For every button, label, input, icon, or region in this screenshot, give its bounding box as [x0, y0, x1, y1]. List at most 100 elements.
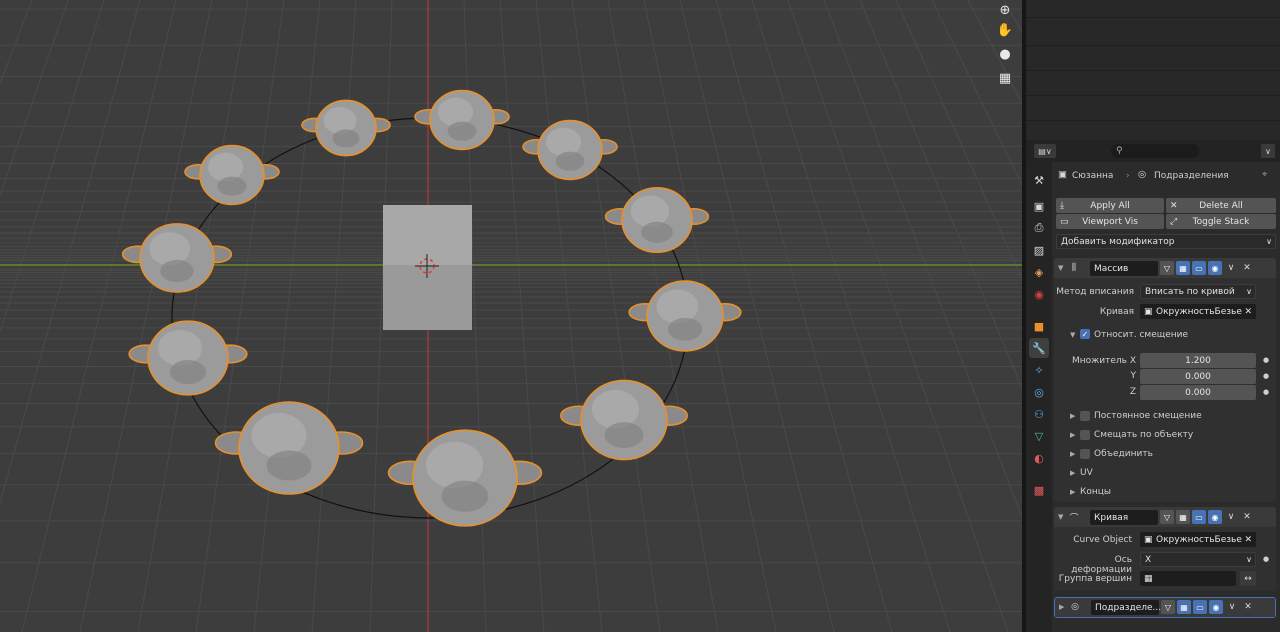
clear-field-close-icon[interactable]: ✕ [1244, 307, 1252, 317]
relative-offset-z-field[interactable]: 0.000 [1140, 385, 1256, 400]
suzanne-monkey-mesh[interactable] [387, 429, 543, 527]
suzanne-monkey-mesh[interactable] [214, 401, 364, 495]
camera-icon[interactable]: ● [993, 44, 1017, 64]
relative-offset-expand-icon[interactable]: ▼ [1070, 331, 1075, 339]
caps-expand-icon[interactable]: ▶ [1070, 488, 1075, 496]
pan-hand-icon[interactable]: ✋ [993, 20, 1017, 40]
edit-mode-icon[interactable]: ▦ [1176, 261, 1190, 275]
options-dropdown-icon[interactable]: ∨ [1261, 144, 1275, 158]
edit-mode-icon[interactable]: ▦ [1176, 510, 1190, 524]
edit-cage-icon[interactable]: ▽ [1160, 510, 1174, 524]
curve-modifier-header: ▼ ⌒ Кривая ▽ ▦ ▭ ◉ ∨ ✕ [1054, 507, 1276, 527]
object-tab-icon[interactable]: ■ [1029, 316, 1049, 336]
texture-tab-icon[interactable]: ▩ [1029, 480, 1049, 500]
properties-search-input[interactable]: ⚲ [1111, 144, 1199, 158]
scene-tab-icon[interactable]: ◈ [1029, 262, 1049, 282]
grid-line [967, 0, 1022, 105]
render-camera-icon[interactable]: ◉ [1208, 261, 1222, 275]
editor-type-dropdown[interactable]: ▤∨ [1034, 144, 1056, 158]
suzanne-monkey-mesh[interactable] [414, 89, 510, 151]
clear-field-close-icon[interactable]: ✕ [1244, 535, 1252, 545]
view-layer-tab-icon[interactable]: ▨ [1029, 240, 1049, 260]
suzanne-monkey-mesh[interactable] [184, 144, 280, 206]
delete-all-button[interactable]: ✕ Delete All [1166, 198, 1276, 213]
grid-icon[interactable]: ▦ [993, 68, 1017, 88]
object-data-tab-icon[interactable]: ▽ [1029, 426, 1049, 446]
vertex-group-field[interactable]: ▦ [1140, 571, 1236, 586]
modifier-menu-chevron-icon[interactable]: ∨ [1225, 511, 1237, 523]
caps-section-label[interactable]: Концы [1080, 487, 1111, 497]
object-offset-expand-icon[interactable]: ▶ [1070, 431, 1075, 439]
remove-modifier-close-icon[interactable]: ✕ [1241, 262, 1253, 274]
keyframe-dot-icon[interactable]: ● [1263, 356, 1269, 364]
collapse-arrow-icon[interactable]: ▼ [1058, 513, 1063, 521]
fit-method-dropdown[interactable]: Вписать по кривой ∨ [1140, 284, 1256, 299]
uv-expand-icon[interactable]: ▶ [1070, 469, 1075, 477]
curve-modifier-name-field[interactable]: Кривая [1090, 510, 1158, 525]
expand-arrow-icon[interactable]: ▶ [1059, 603, 1064, 611]
suzanne-monkey-mesh[interactable] [559, 379, 689, 461]
particles-tab-icon[interactable]: ✧ [1029, 360, 1049, 380]
search-icon: ⚲ [1116, 146, 1123, 156]
grid-line [859, 0, 1022, 390]
viewport-display-icon[interactable]: ▭ [1192, 261, 1206, 275]
curve-object-label: Curve Object [1073, 535, 1132, 545]
merge-label: Объединить [1094, 449, 1153, 459]
remove-modifier-close-icon[interactable]: ✕ [1242, 601, 1254, 613]
outliner-area[interactable] [1026, 0, 1280, 140]
viewport-vis-button[interactable]: ▭ Viewport Vis [1056, 214, 1164, 229]
tool-tab-icon[interactable]: ⚒ [1029, 170, 1049, 190]
grid-line [0, 0, 141, 505]
world-tab-icon[interactable]: ◉ [1029, 284, 1049, 304]
suzanne-monkey-mesh[interactable] [301, 99, 391, 157]
invert-arrows-icon[interactable]: ↔ [1240, 571, 1256, 586]
grid-line [195, 0, 285, 632]
viewport-display-icon[interactable]: ▭ [1192, 510, 1206, 524]
remove-modifier-close-icon[interactable]: ✕ [1241, 511, 1253, 523]
relative-offset-y-field[interactable]: 0.000 [1140, 369, 1256, 384]
edit-cage-icon[interactable]: ▽ [1161, 600, 1175, 614]
curve-object-field[interactable]: ▣ ОкружностьБезье ✕ [1140, 532, 1256, 547]
modifier-menu-chevron-icon[interactable]: ∨ [1226, 601, 1238, 613]
toggle-stack-button[interactable]: ⤢ Toggle Stack [1166, 214, 1276, 229]
constant-offset-checkbox[interactable] [1080, 411, 1090, 421]
edit-cage-icon[interactable]: ▽ [1160, 261, 1174, 275]
deform-axis-dropdown[interactable]: X ∨ [1140, 552, 1256, 567]
modifier-tab-icon[interactable]: 🔧 [1029, 338, 1049, 358]
output-tab-icon[interactable]: ⎙ [1029, 218, 1049, 238]
pin-icon[interactable]: ⌖ [1262, 169, 1267, 180]
viewport-scene[interactable] [0, 0, 1022, 632]
constant-offset-label: Постоянное смещение [1094, 411, 1202, 421]
curve-object-field[interactable]: ▣ ОкружностьБезье ✕ [1140, 304, 1256, 319]
suzanne-monkey-mesh[interactable] [522, 119, 618, 181]
material-tab-icon[interactable]: ◐ [1029, 448, 1049, 468]
merge-expand-icon[interactable]: ▶ [1070, 450, 1075, 458]
modifier-properties-content: ▣ Сюзанна › ◎ Подразделения ⌖ ⤓ Apply Al… [1052, 162, 1280, 632]
3d-viewport[interactable]: ⊕ ✋ ● ▦ [0, 0, 1022, 632]
subdivision-modifier-icon: ◎ [1071, 602, 1079, 612]
apply-all-button[interactable]: ⤓ Apply All [1056, 198, 1164, 213]
render-tab-icon[interactable]: ▣ [1029, 196, 1049, 216]
relative-offset-checkbox[interactable]: ✓ [1080, 329, 1090, 339]
keyframe-dot-icon[interactable]: ● [1263, 555, 1269, 563]
render-camera-icon[interactable]: ◉ [1209, 600, 1223, 614]
viewport-display-icon[interactable]: ▭ [1193, 600, 1207, 614]
collapse-arrow-icon[interactable]: ▼ [1058, 264, 1063, 272]
subdivision-modifier-name-field[interactable]: Подразделе... [1091, 600, 1161, 615]
object-offset-checkbox[interactable] [1080, 430, 1090, 440]
edit-mode-icon[interactable]: ▦ [1177, 600, 1191, 614]
relative-offset-x-field[interactable]: 1.200 [1140, 353, 1256, 368]
uv-section-label[interactable]: UV [1080, 468, 1093, 478]
suzanne-monkey-mesh[interactable] [121, 223, 233, 293]
modifier-menu-chevron-icon[interactable]: ∨ [1225, 262, 1237, 274]
keyframe-dot-icon[interactable]: ● [1263, 372, 1269, 380]
keyframe-dot-icon[interactable]: ● [1263, 388, 1269, 396]
render-camera-icon[interactable]: ◉ [1208, 510, 1222, 524]
merge-checkbox[interactable] [1080, 449, 1090, 459]
constraints-tab-icon[interactable]: ⚇ [1029, 404, 1049, 424]
array-modifier-name-field[interactable]: Массив [1090, 261, 1158, 276]
physics-tab-icon[interactable]: ◎ [1029, 382, 1049, 402]
add-modifier-dropdown[interactable]: Добавить модификатор ∨ [1056, 234, 1276, 249]
constant-offset-expand-icon[interactable]: ▶ [1070, 412, 1075, 420]
zoom-icon[interactable]: ⊕ [993, 0, 1017, 20]
